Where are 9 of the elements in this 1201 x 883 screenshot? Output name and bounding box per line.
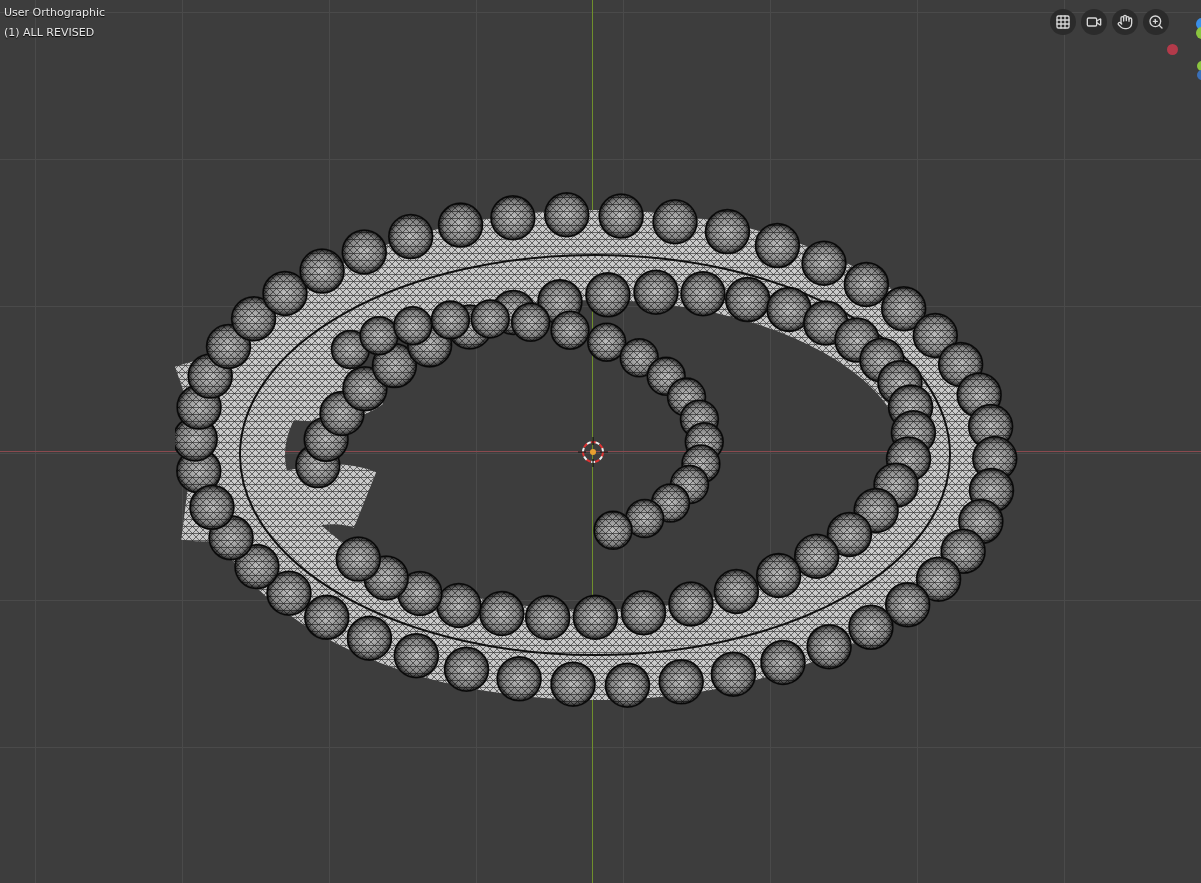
view-name: User Orthographic	[4, 6, 106, 20]
video-camera-icon[interactable]	[1081, 9, 1107, 35]
grid-icon[interactable]	[1050, 9, 1076, 35]
zoom-icon[interactable]	[1143, 9, 1169, 35]
3d-viewport[interactable]: User Orthographic (1) ALL REVISED	[0, 0, 1201, 883]
hand-icon[interactable]	[1112, 9, 1138, 35]
gizmo-axis-dot[interactable]	[1167, 44, 1178, 55]
object-info: (1) ALL REVISED	[4, 26, 96, 40]
3d-cursor-icon	[578, 437, 608, 467]
